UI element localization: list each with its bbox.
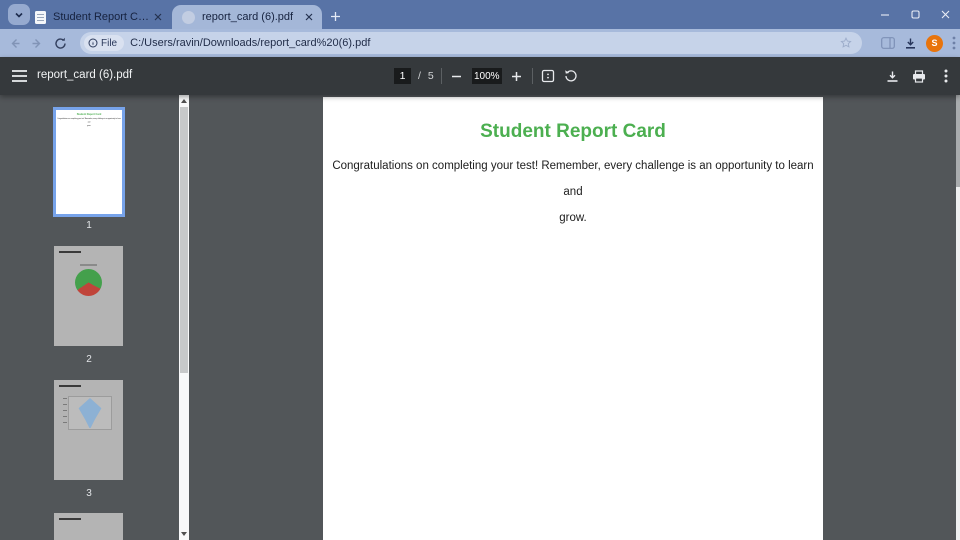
sidebar-scrollbar-thumb[interactable] (180, 107, 188, 373)
reload-icon (54, 37, 67, 50)
close-icon (941, 10, 950, 19)
thumbnail-label: 3 (86, 488, 92, 499)
fit-page-icon (541, 69, 555, 83)
violin-chart-preview (68, 396, 112, 430)
thumbnail-page-2[interactable] (54, 246, 123, 346)
mini-chart-title (59, 518, 81, 520)
fit-page-button[interactable] (540, 68, 556, 84)
download-icon (886, 70, 899, 83)
new-tab-button[interactable] (326, 7, 344, 25)
pdf-favicon-icon (182, 10, 195, 24)
thumbnail-page-1[interactable]: Student Report Card Congratulations on c… (53, 107, 125, 217)
side-panel-icon[interactable] (881, 37, 895, 49)
maximize-button[interactable] (900, 0, 930, 29)
close-window-button[interactable] (930, 0, 960, 29)
browser-menu-icon[interactable] (952, 36, 956, 50)
thumbnail-label: 1 (86, 220, 92, 231)
thumbnail-page-4[interactable] (54, 513, 123, 540)
rotate-button[interactable] (563, 68, 579, 84)
main-scrollbar-thumb[interactable] (956, 95, 960, 187)
forward-button[interactable] (26, 32, 48, 54)
tab-title: Student Report Card (53, 11, 151, 23)
thumbnail-page-3[interactable] (54, 380, 123, 480)
page-number-input[interactable]: 1 (394, 68, 411, 84)
zoom-level[interactable]: 100% (471, 68, 502, 84)
browser-address-row: File C:/Users/ravin/Downloads/report_car… (0, 29, 960, 57)
info-icon (88, 38, 98, 48)
bookmark-star-icon[interactable] (840, 37, 852, 49)
minimize-icon (880, 10, 890, 20)
pdf-page-zoom-controls: 1 / 5 100% (394, 57, 579, 95)
rotate-icon (564, 69, 578, 83)
toolbar-divider (440, 68, 442, 84)
tab-student-report-card[interactable]: Student Report Card (28, 5, 171, 29)
document-body: Congratulations on completing your test!… (332, 160, 814, 224)
arrow-right-icon (31, 37, 44, 50)
scroll-down-icon[interactable] (179, 528, 189, 540)
more-options-button[interactable] (938, 68, 954, 84)
minus-icon (451, 71, 462, 82)
pdf-toolbar: report_card (6).pdf 1 / 5 100% (0, 57, 960, 95)
tab-title: report_card (6).pdf (202, 11, 294, 23)
arrow-left-icon (8, 37, 21, 50)
chevron-down-icon (14, 10, 24, 20)
pdf-action-buttons (884, 57, 954, 95)
print-button[interactable] (911, 68, 927, 84)
window-controls (870, 0, 960, 29)
mini-chart-title (59, 385, 81, 387)
pdf-page-1: Student Report Card Congratulations on c… (323, 97, 823, 540)
kebab-menu-icon (944, 69, 948, 83)
file-chip[interactable]: File (84, 35, 125, 51)
zoom-out-button[interactable] (449, 68, 465, 84)
mini-axis-ticks (63, 398, 67, 426)
page-divider: / (418, 70, 421, 82)
plus-icon (330, 11, 341, 22)
tab-close-icon[interactable] (302, 10, 316, 24)
pdf-content-area: Student Report Card Congratulations on c… (0, 95, 960, 540)
reload-button[interactable] (49, 32, 71, 54)
mini-doc-title: Student Report Card (76, 112, 102, 116)
document-favicon-icon (35, 10, 46, 24)
browser-window: Student Report Card report_card (6).pdf (0, 0, 960, 540)
mini-pie-caption (80, 264, 97, 266)
print-icon (912, 69, 926, 83)
url-text: C:/Users/ravin/Downloads/report_card%20(… (130, 37, 371, 49)
scroll-up-icon[interactable] (179, 95, 189, 107)
sidebar-scrollbar[interactable] (179, 95, 189, 540)
pdf-filename: report_card (6).pdf (37, 69, 133, 81)
address-bar-actions: S (881, 32, 956, 54)
tab-report-card-pdf[interactable]: report_card (6).pdf (172, 5, 322, 29)
menu-icon[interactable] (10, 67, 28, 85)
back-button[interactable] (3, 32, 25, 54)
plus-icon (511, 71, 522, 82)
thumbnail-label: 2 (86, 354, 92, 365)
minimize-button[interactable] (870, 0, 900, 29)
tab-close-icon[interactable] (151, 10, 165, 24)
downloads-icon[interactable] (904, 37, 917, 50)
page-total: 5 (427, 70, 434, 82)
zoom-in-button[interactable] (509, 68, 525, 84)
tab-search-button[interactable] (8, 4, 30, 25)
profile-avatar[interactable]: S (926, 34, 943, 52)
address-bar[interactable]: File C:/Users/ravin/Downloads/report_car… (80, 32, 862, 54)
thumbnail-page-1-preview: Student Report Card Congratulations on c… (56, 110, 122, 214)
file-chip-label: File (101, 37, 118, 49)
browser-titlebar: Student Report Card report_card (6).pdf (0, 0, 960, 29)
maximize-icon (910, 10, 920, 19)
mini-chart-title (59, 251, 81, 253)
main-scrollbar[interactable] (956, 95, 960, 540)
download-button[interactable] (884, 68, 900, 84)
document-title: Student Report Card (480, 121, 666, 142)
pie-chart-preview (75, 269, 102, 296)
toolbar-divider (531, 68, 533, 84)
